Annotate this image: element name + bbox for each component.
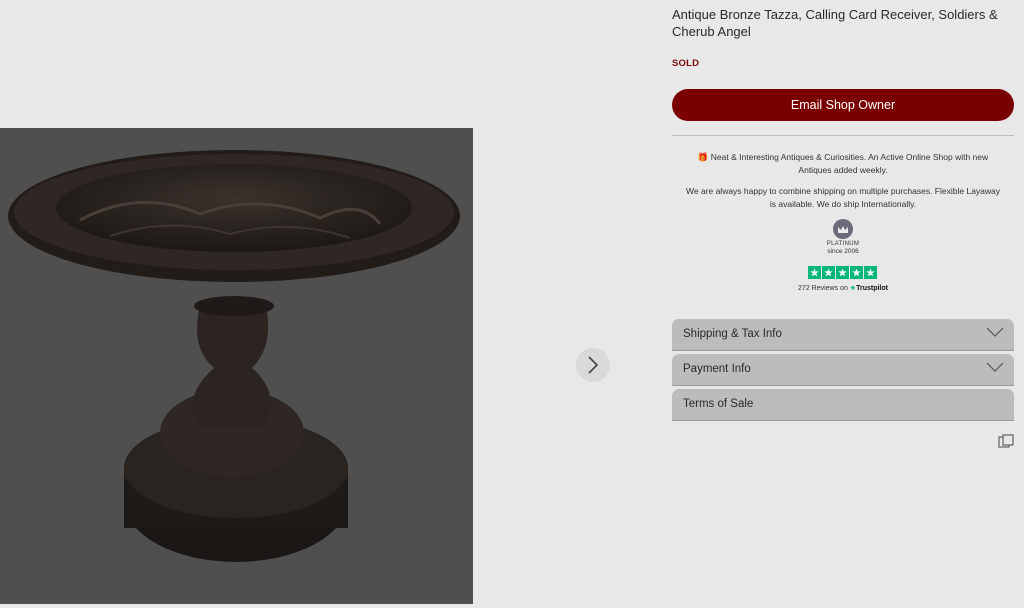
star-icon <box>822 266 835 279</box>
chevron-down-icon <box>986 362 1004 372</box>
trustpilot-stars[interactable] <box>808 266 877 279</box>
star-icon <box>836 266 849 279</box>
trustpilot-logo: Trustpilot <box>856 285 888 292</box>
accordion-terms-of-sale[interactable]: Terms of Sale <box>672 389 1014 421</box>
platinum-badge: PLATINUM since 2006 <box>812 219 874 255</box>
crown-icon <box>833 219 853 239</box>
badge-since: since 2006 <box>827 248 859 255</box>
accordion-label: Payment Info <box>683 363 751 375</box>
sold-status: SOLD <box>672 58 700 69</box>
divider <box>672 135 1014 136</box>
accordion-payment-info[interactable]: Payment Info <box>672 354 1014 386</box>
trustpilot-reviews[interactable]: 272 Reviews on ★Trustpilot <box>790 284 896 292</box>
share-icon[interactable] <box>998 434 1014 450</box>
star-icon <box>864 266 877 279</box>
chevron-down-icon <box>986 327 1004 337</box>
bronze-tazza-image <box>8 150 460 562</box>
product-title: Antique Bronze Tazza, Calling Card Recei… <box>672 7 998 39</box>
shop-description: 🎁 Neat & Interesting Antiques & Curiosit… <box>697 152 989 175</box>
badge-title: PLATINUM <box>826 241 860 247</box>
star-icon <box>850 266 863 279</box>
email-shop-owner-button[interactable]: Email Shop Owner <box>672 89 1014 121</box>
shipping-note: We are always happy to combine shipping … <box>685 186 1001 209</box>
accordion-label: Shipping & Tax Info <box>683 328 782 340</box>
gift-icon: 🎁 <box>697 152 711 162</box>
gallery-next-button[interactable] <box>576 348 610 382</box>
product-image[interactable] <box>0 128 473 604</box>
accordion-label: Terms of Sale <box>683 398 754 410</box>
star-icon <box>808 266 821 279</box>
chevron-right-icon <box>588 356 599 374</box>
accordion-shipping-tax[interactable]: Shipping & Tax Info <box>672 319 1014 351</box>
